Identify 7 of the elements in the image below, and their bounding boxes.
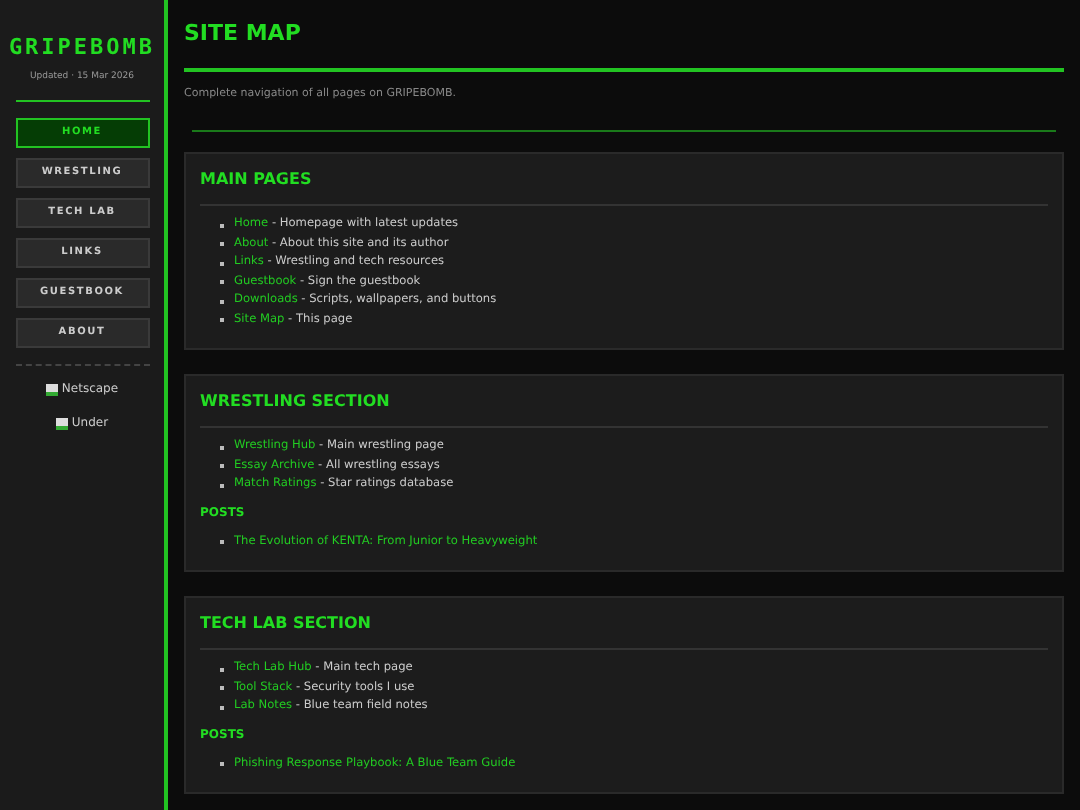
section-heading: MAIN PAGES [200, 167, 314, 192]
site-title: GRIPEBOMB [8, 32, 156, 64]
broken-image-icon [45, 383, 58, 396]
page-title: SITE MAP [184, 18, 303, 50]
broken-image-icon [55, 417, 68, 430]
section-heading: WRESTLING SECTION [200, 389, 392, 414]
section-heading: TECH LAB SECTION [200, 611, 373, 636]
